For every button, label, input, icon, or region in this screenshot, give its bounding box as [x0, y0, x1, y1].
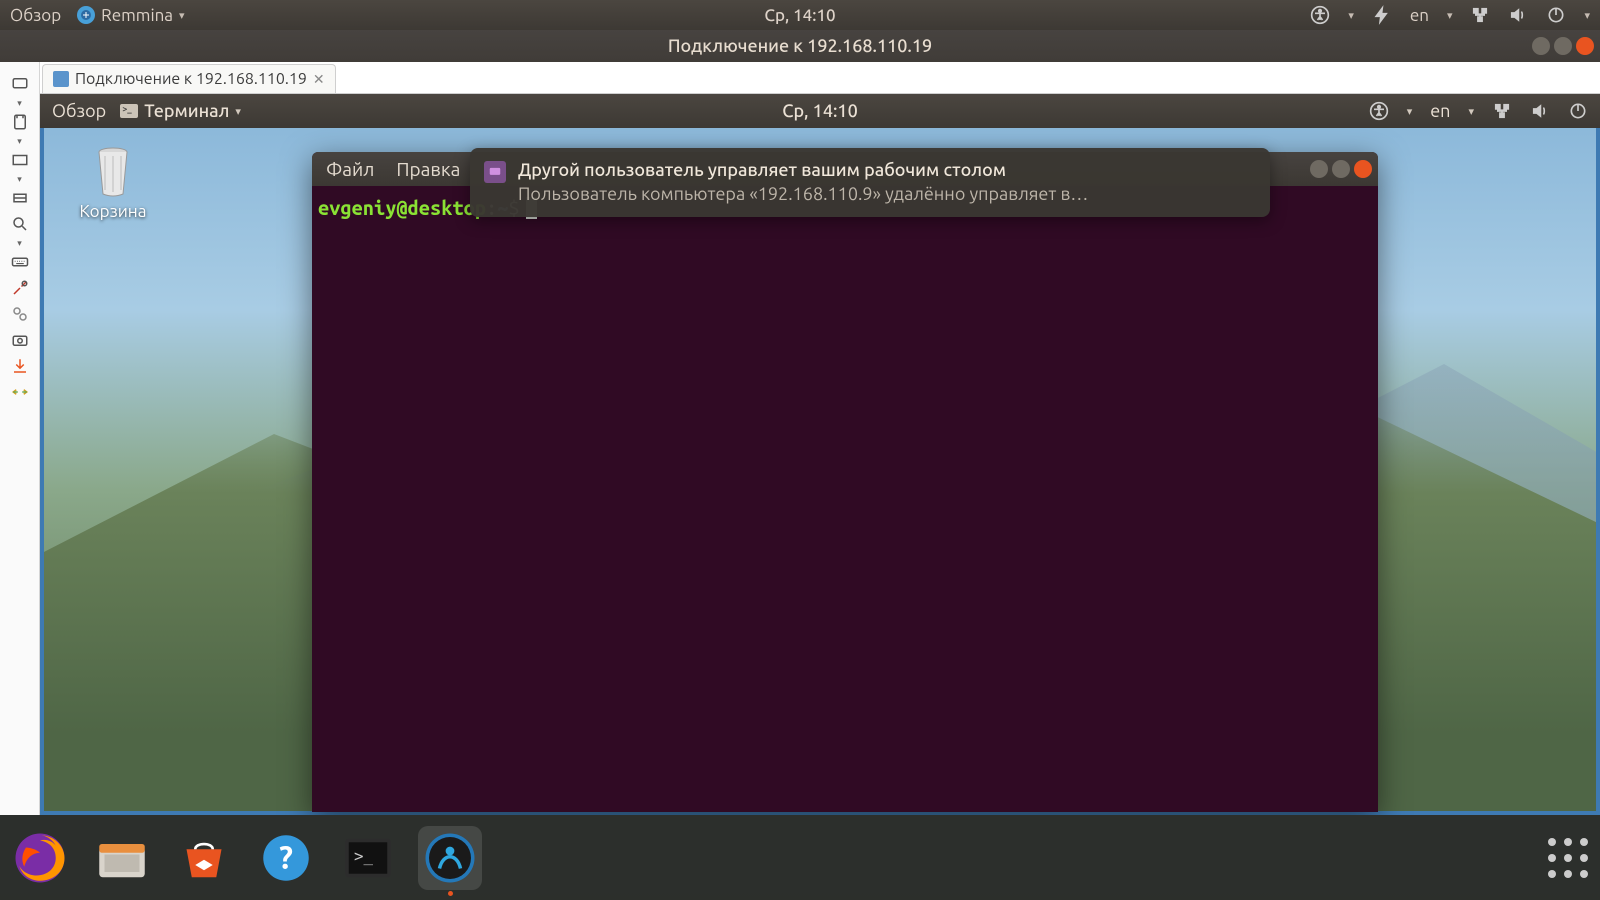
power-icon[interactable]	[1568, 101, 1588, 121]
chevron-down-icon[interactable]: ▾	[17, 238, 22, 248]
screen-share-icon	[484, 161, 506, 183]
host-dock: ? >_	[0, 815, 1600, 900]
terminal-window[interactable]: Файл Правка evgeniy@desktop:~$	[312, 152, 1378, 812]
svg-text:>_: >_	[354, 846, 373, 865]
toolbar-fullscreen-button[interactable]	[8, 148, 32, 172]
accessibility-icon[interactable]	[1310, 5, 1330, 25]
terminal-maximize-button[interactable]	[1332, 160, 1350, 178]
window-maximize-button[interactable]	[1554, 37, 1572, 55]
dock-software[interactable]	[172, 826, 236, 890]
toolbar-tools-button[interactable]	[8, 276, 32, 300]
chevron-down-icon[interactable]: ▾	[17, 174, 22, 184]
remmina-window-titlebar: Подключение к 192.168.110.19	[0, 30, 1600, 62]
dock-remmina[interactable]	[418, 826, 482, 890]
dock-help[interactable]: ?	[254, 826, 318, 890]
remote-top-bar: Обзор Терминал ▾ Ср, 14:10 ▾ en ▾	[40, 94, 1600, 128]
host-overview-button[interactable]: Обзор	[10, 6, 61, 25]
dock-show-applications[interactable]	[1544, 834, 1592, 882]
screen-sharing-notification[interactable]: Другой пользователь управляет вашим рабо…	[470, 148, 1270, 217]
accessibility-icon[interactable]	[1369, 101, 1389, 121]
host-clock[interactable]: Ср, 14:10	[764, 6, 835, 25]
tab-close-button[interactable]: ✕	[313, 71, 325, 88]
chevron-down-icon: ▾	[1348, 9, 1354, 22]
window-close-button[interactable]	[1576, 37, 1594, 55]
window-minimize-button[interactable]	[1532, 37, 1550, 55]
desktop-trash[interactable]: Корзина	[70, 144, 156, 221]
toolbar-grab-button[interactable]	[8, 110, 32, 134]
chevron-down-icon[interactable]: ▾	[17, 136, 22, 146]
remote-lang-indicator[interactable]: en	[1430, 101, 1450, 121]
connection-tab[interactable]: Подключение к 192.168.110.19 ✕	[42, 64, 336, 93]
toolbar-screenshot-button[interactable]	[8, 328, 32, 352]
host-lang-indicator[interactable]: en	[1410, 6, 1429, 25]
terminal-menu-file[interactable]: Файл	[326, 158, 374, 180]
toolbar-preferences-button[interactable]	[8, 302, 32, 326]
terminal-minimize-button[interactable]	[1310, 160, 1328, 178]
terminal-menu-edit[interactable]: Правка	[396, 158, 460, 180]
host-app-name: Remmina	[101, 6, 173, 25]
host-top-bar: Обзор Remmina ▾ Ср, 14:10 ▾ en ▾ ▾	[0, 0, 1600, 30]
dock-files[interactable]	[90, 826, 154, 890]
power-icon[interactable]	[1546, 5, 1566, 25]
volume-icon[interactable]	[1508, 5, 1528, 25]
toolbar-download-button[interactable]	[8, 354, 32, 378]
remote-desktop-viewport[interactable]: Обзор Терминал ▾ Ср, 14:10 ▾ en ▾	[40, 94, 1600, 815]
svg-text:?: ?	[279, 839, 293, 874]
notification-title: Другой пользователь управляет вашим рабо…	[518, 158, 1088, 182]
thunderbolt-icon[interactable]	[1372, 5, 1392, 25]
window-title: Подключение к 192.168.110.19	[668, 36, 932, 56]
toolbar-fit-button[interactable]	[8, 186, 32, 210]
chevron-down-icon[interactable]: ▾	[17, 98, 22, 108]
dock-terminal[interactable]: >_	[336, 826, 400, 890]
remote-app-name: Терминал	[144, 101, 229, 121]
terminal-body[interactable]: evgeniy@desktop:~$	[312, 186, 1378, 812]
remmina-toolbar: ▾ ▾ ▾ ▾	[0, 62, 40, 815]
chevron-down-icon: ▾	[179, 9, 185, 22]
dock-firefox[interactable]	[8, 826, 72, 890]
remote-clock[interactable]: Ср, 14:10	[782, 101, 857, 121]
chevron-down-icon: ▾	[1468, 105, 1474, 118]
host-app-menu[interactable]: Remmina ▾	[77, 6, 184, 25]
connection-tab-bar: Подключение к 192.168.110.19 ✕	[40, 62, 1600, 94]
chevron-down-icon: ▾	[1447, 9, 1453, 22]
vnc-tab-icon	[53, 71, 69, 87]
volume-icon[interactable]	[1530, 101, 1550, 121]
terminal-icon	[120, 104, 138, 118]
toolbar-disconnect-button[interactable]	[8, 380, 32, 404]
toolbar-zoom-button[interactable]	[8, 212, 32, 236]
desktop-trash-label: Корзина	[70, 202, 156, 221]
terminal-close-button[interactable]	[1354, 160, 1372, 178]
network-icon[interactable]	[1470, 5, 1490, 25]
remote-app-menu[interactable]: Терминал ▾	[120, 101, 241, 121]
chevron-down-icon: ▾	[1407, 105, 1413, 118]
toolbar-scale-button[interactable]	[8, 72, 32, 96]
terminal-prompt-user: evgeniy@desktop	[318, 196, 486, 219]
tab-label: Подключение к 192.168.110.19	[75, 70, 307, 88]
dock-running-indicator	[448, 891, 453, 896]
network-icon[interactable]	[1492, 101, 1512, 121]
trash-icon	[89, 144, 137, 198]
chevron-down-icon: ▾	[235, 105, 241, 118]
remote-overview-button[interactable]: Обзор	[52, 101, 106, 121]
toolbar-keyboard-button[interactable]	[8, 250, 32, 274]
notification-body: Пользователь компьютера «192.168.110.9» …	[518, 182, 1088, 206]
chevron-down-icon: ▾	[1584, 9, 1590, 22]
remmina-app-icon	[77, 6, 95, 24]
